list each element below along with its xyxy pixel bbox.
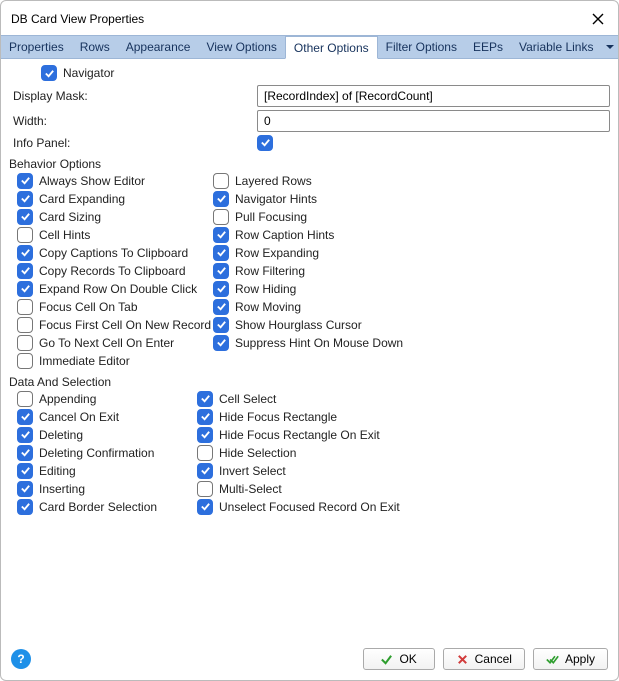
focus-first-cell-new-record-checkbox[interactable]: Focus First Cell On New Record (17, 317, 213, 333)
tab-filter-options[interactable]: Filter Options (378, 36, 465, 58)
cancel-icon (456, 653, 469, 666)
close-button[interactable] (586, 7, 610, 31)
data-section-title: Data And Selection (9, 375, 610, 389)
tab-properties[interactable]: Properties (1, 36, 72, 58)
tab-overflow-button[interactable] (601, 36, 618, 58)
row-filtering-checkbox[interactable]: Row Filtering (213, 263, 610, 279)
help-icon: ? (17, 652, 24, 666)
deleting-checkbox[interactable]: Deleting (17, 427, 189, 443)
tab-eeps[interactable]: EEPs (465, 36, 511, 58)
cancel-on-exit-checkbox[interactable]: Cancel On Exit (17, 409, 189, 425)
appending-checkbox[interactable]: Appending (17, 391, 189, 407)
info-panel-label: Info Panel: (9, 136, 257, 150)
cancel-button[interactable]: Cancel (443, 648, 525, 670)
width-label: Width: (9, 114, 257, 128)
apply-button[interactable]: Apply (533, 648, 608, 670)
tab-view-options[interactable]: View Options (198, 36, 284, 58)
go-next-on-enter-checkbox[interactable]: Go To Next Cell On Enter (17, 335, 213, 351)
hide-focus-rect-exit-checkbox[interactable]: Hide Focus Rectangle On Exit (197, 427, 610, 443)
row-hiding-checkbox[interactable]: Row Hiding (213, 281, 610, 297)
copy-captions-checkbox[interactable]: Copy Captions To Clipboard (17, 245, 213, 261)
pull-focusing-checkbox[interactable]: Pull Focusing (213, 209, 610, 225)
tab-strip: Properties Rows Appearance View Options … (1, 35, 618, 59)
invert-select-checkbox[interactable]: Invert Select (197, 463, 610, 479)
always-show-editor-checkbox[interactable]: Always Show Editor (17, 173, 213, 189)
card-sizing-checkbox[interactable]: Card Sizing (17, 209, 213, 225)
navigator-checkbox[interactable]: Navigator (41, 65, 114, 81)
tab-variable-links[interactable]: Variable Links (511, 36, 601, 58)
editing-checkbox[interactable]: Editing (17, 463, 189, 479)
navigator-hints-checkbox[interactable]: Navigator Hints (213, 191, 610, 207)
immediate-editor-checkbox[interactable]: Immediate Editor (17, 353, 610, 369)
layered-rows-checkbox[interactable]: Layered Rows (213, 173, 610, 189)
tab-rows[interactable]: Rows (72, 36, 118, 58)
hide-selection-checkbox[interactable]: Hide Selection (197, 445, 610, 461)
suppress-hint-mousedown-checkbox[interactable]: Suppress Hint On Mouse Down (213, 335, 610, 351)
tab-appearance[interactable]: Appearance (118, 36, 199, 58)
copy-records-checkbox[interactable]: Copy Records To Clipboard (17, 263, 213, 279)
cell-select-checkbox[interactable]: Cell Select (197, 391, 610, 407)
row-expanding-checkbox[interactable]: Row Expanding (213, 245, 610, 261)
display-mask-label: Display Mask: (9, 89, 257, 103)
cell-hints-checkbox[interactable]: Cell Hints (17, 227, 213, 243)
behavior-section-title: Behavior Options (9, 157, 610, 171)
help-button[interactable]: ? (11, 649, 31, 669)
display-mask-input[interactable] (257, 85, 610, 107)
check-icon (380, 653, 393, 666)
hide-focus-rect-checkbox[interactable]: Hide Focus Rectangle (197, 409, 610, 425)
info-panel-checkbox[interactable] (257, 135, 279, 151)
window-title: DB Card View Properties (11, 12, 144, 26)
unselect-focused-exit-checkbox[interactable]: Unselect Focused Record On Exit (197, 499, 610, 515)
inserting-checkbox[interactable]: Inserting (17, 481, 189, 497)
width-input[interactable] (257, 110, 610, 132)
focus-cell-on-tab-checkbox[interactable]: Focus Cell On Tab (17, 299, 213, 315)
multi-select-checkbox[interactable]: Multi-Select (197, 481, 610, 497)
deleting-confirm-checkbox[interactable]: Deleting Confirmation (17, 445, 189, 461)
show-hourglass-checkbox[interactable]: Show Hourglass Cursor (213, 317, 610, 333)
tab-other-options[interactable]: Other Options (285, 36, 378, 59)
double-check-icon (546, 653, 559, 666)
row-moving-checkbox[interactable]: Row Moving (213, 299, 610, 315)
close-icon (592, 13, 604, 25)
card-border-selection-checkbox[interactable]: Card Border Selection (17, 499, 189, 515)
navigator-label: Navigator (63, 66, 114, 80)
chevron-down-icon (606, 43, 614, 51)
ok-button[interactable]: OK (363, 648, 435, 670)
card-expanding-checkbox[interactable]: Card Expanding (17, 191, 213, 207)
row-caption-hints-checkbox[interactable]: Row Caption Hints (213, 227, 610, 243)
expand-row-dblclick-checkbox[interactable]: Expand Row On Double Click (17, 281, 213, 297)
